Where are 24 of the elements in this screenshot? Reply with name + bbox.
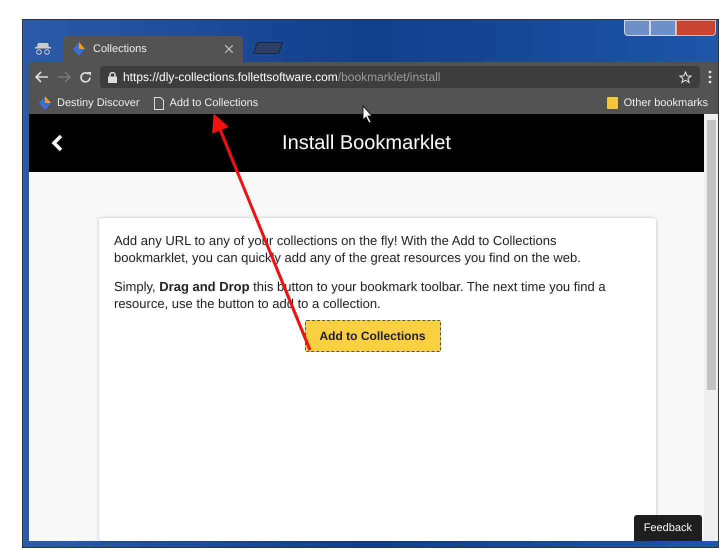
- other-bookmarks[interactable]: Other bookmarks: [606, 94, 708, 112]
- close-icon[interactable]: [225, 45, 233, 53]
- folder-icon: [606, 97, 618, 109]
- bookmark-item[interactable]: Add to Collections: [154, 94, 258, 112]
- scrollbar[interactable]: [704, 114, 718, 541]
- incognito-icon: [35, 43, 51, 55]
- logo-icon: [73, 42, 85, 56]
- menu-icon[interactable]: [708, 70, 712, 84]
- tab-title: Collections: [93, 42, 148, 57]
- page-icon: [154, 96, 164, 110]
- close-button[interactable]: [676, 20, 716, 36]
- maximize-button[interactable]: [650, 20, 676, 36]
- logo-icon: [39, 96, 51, 110]
- reload-icon[interactable]: [79, 70, 92, 84]
- star-icon[interactable]: [679, 70, 692, 84]
- bookmark-item[interactable]: Destiny Discover: [39, 94, 140, 112]
- minimize-button[interactable]: [624, 20, 650, 36]
- browser-tab[interactable]: Collections: [63, 36, 243, 62]
- url-text: https://dly-collections.follettsoftware.com/bookmarklet/install: [123, 69, 442, 86]
- lock-icon: [108, 72, 117, 82]
- add-to-collections-button[interactable]: Add to Collections: [304, 320, 440, 352]
- feedback-button[interactable]: Feedback: [634, 514, 702, 541]
- page-title: Install Bookmarklet: [282, 131, 451, 156]
- address-bar[interactable]: https://dly-collections.follettsoftware.com/bookmarklet/install: [100, 66, 700, 88]
